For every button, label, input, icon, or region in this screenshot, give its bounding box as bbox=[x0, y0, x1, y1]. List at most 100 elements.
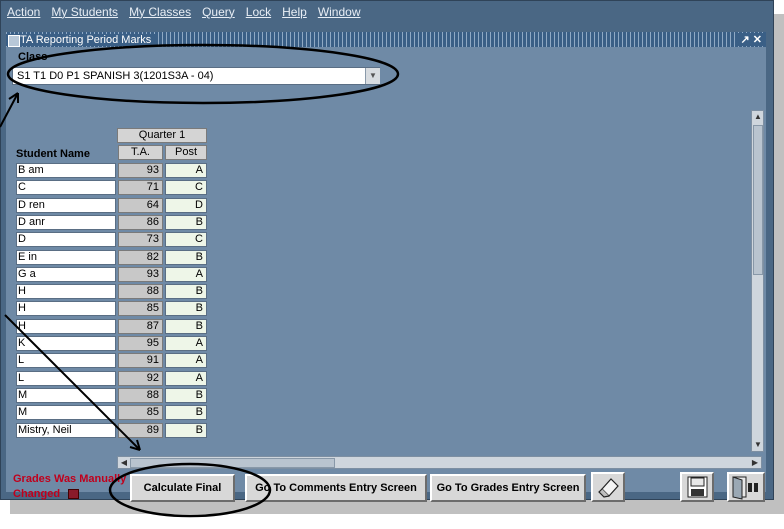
ta-grade-cell[interactable]: 93 bbox=[118, 163, 163, 178]
manual-change-line2-wrap: Changed bbox=[13, 487, 126, 502]
post-grade-cell[interactable]: B bbox=[165, 318, 207, 334]
menu-help[interactable]: Help bbox=[282, 5, 307, 19]
student-name-cell[interactable]: D ren bbox=[16, 197, 116, 213]
post-grade-cell[interactable]: A bbox=[165, 163, 207, 178]
ta-grade-cell[interactable]: 73 bbox=[118, 232, 163, 248]
student-name-cell[interactable]: K bbox=[16, 336, 116, 351]
menu-window[interactable]: Window bbox=[318, 5, 361, 19]
student-name-header: Student Name bbox=[16, 148, 90, 160]
calculate-final-button[interactable]: Calculate Final bbox=[130, 474, 235, 502]
student-name-cell[interactable]: D anr bbox=[16, 214, 116, 230]
floppy-disk-icon bbox=[687, 476, 708, 498]
student-name-text: B am bbox=[18, 164, 44, 176]
ta-grade-cell[interactable]: 82 bbox=[118, 249, 163, 265]
student-name-text: G a bbox=[18, 267, 36, 280]
ta-grade-cell[interactable]: 88 bbox=[118, 387, 163, 403]
student-name-cell[interactable]: E in bbox=[16, 249, 116, 265]
ta-grade-cell[interactable]: 93 bbox=[118, 266, 163, 282]
vertical-scrollbar[interactable]: ▲ ▼ bbox=[751, 110, 764, 452]
manual-change-checkbox[interactable] bbox=[68, 489, 80, 500]
post-grade-cell[interactable]: B bbox=[165, 214, 207, 230]
student-name-cell[interactable]: M bbox=[16, 387, 116, 403]
post-grade-cell[interactable]: C bbox=[165, 180, 207, 196]
eraser-icon bbox=[598, 478, 619, 498]
student-name-text: D ren bbox=[18, 198, 45, 211]
grades-entry-button[interactable]: Go To Grades Entry Screen bbox=[430, 474, 586, 502]
student-name-cell[interactable]: G a bbox=[16, 266, 116, 282]
post-grade-cell[interactable]: A bbox=[165, 336, 207, 351]
post-grade-cell[interactable]: B bbox=[165, 387, 207, 403]
student-name-text: M bbox=[18, 406, 28, 419]
menu-my-classes[interactable]: My Classes bbox=[129, 5, 191, 19]
student-name-text: E in bbox=[18, 250, 37, 263]
student-name-text: L bbox=[18, 371, 25, 384]
student-name-text: Mistry, Neil bbox=[18, 423, 72, 436]
class-label: Class bbox=[18, 51, 48, 63]
ta-grade-cell[interactable]: 95 bbox=[118, 336, 163, 351]
menu-action[interactable]: Action bbox=[7, 5, 40, 19]
post-grade-cell[interactable]: B bbox=[165, 249, 207, 265]
manual-change-indicator: Grades Was Manually Changed bbox=[13, 472, 126, 502]
menu-my-students[interactable]: My Students bbox=[51, 5, 118, 19]
ta-grade-cell[interactable]: 88 bbox=[118, 284, 163, 300]
manual-change-line2: Changed bbox=[13, 488, 61, 500]
ta-grade-cell[interactable]: 64 bbox=[118, 197, 163, 213]
post-grade-cell[interactable]: A bbox=[165, 353, 207, 369]
student-name-text: M bbox=[18, 388, 28, 401]
scroll-right-icon[interactable]: ▶ bbox=[749, 457, 761, 468]
post-grade-cell[interactable]: C bbox=[165, 232, 207, 248]
student-name-text: L bbox=[18, 354, 25, 367]
ta-grade-cell[interactable]: 92 bbox=[118, 370, 163, 386]
student-name-text: D bbox=[18, 233, 26, 246]
scroll-left-icon[interactable]: ◀ bbox=[118, 457, 130, 468]
post-grade-cell[interactable]: A bbox=[165, 266, 207, 282]
class-select[interactable]: S1 T1 D0 P1 SPANISH 3(1201S3A - 04) bbox=[12, 67, 380, 85]
student-name-cell[interactable]: Mistry, Neil bbox=[16, 422, 116, 438]
window-titlebar: TA Reporting Period Marks ↗ ✕ bbox=[6, 32, 766, 47]
menu-lock[interactable]: Lock bbox=[246, 5, 271, 19]
ta-grade-cell[interactable]: 71 bbox=[118, 180, 163, 196]
student-name-cell[interactable]: H bbox=[16, 301, 116, 317]
ta-grade-cell[interactable]: 85 bbox=[118, 405, 163, 421]
student-name-text: H bbox=[18, 285, 26, 298]
exit-button[interactable] bbox=[727, 472, 765, 502]
scroll-down-icon[interactable]: ▼ bbox=[753, 439, 763, 451]
window-controls[interactable]: ↗ ✕ bbox=[736, 33, 766, 46]
student-name-cell[interactable]: B am bbox=[16, 163, 116, 178]
post-grade-cell[interactable]: B bbox=[165, 301, 207, 317]
post-grade-cell[interactable]: B bbox=[165, 284, 207, 300]
ta-grade-cell[interactable]: 85 bbox=[118, 301, 163, 317]
comments-entry-button[interactable]: Go To Comments Entry Screen bbox=[245, 474, 427, 502]
post-grade-cell[interactable]: B bbox=[165, 422, 207, 438]
horizontal-scrollbar[interactable]: ◀ ▶ bbox=[117, 456, 762, 469]
door-exit-icon bbox=[732, 476, 758, 500]
student-name-cell[interactable]: L bbox=[16, 353, 116, 369]
hscroll-thumb[interactable] bbox=[130, 458, 335, 468]
window-title: TA Reporting Period Marks bbox=[20, 33, 152, 46]
manual-change-line1: Grades Was Manually bbox=[13, 473, 127, 485]
window-title-wrap: TA Reporting Period Marks bbox=[6, 33, 158, 47]
eraser-button[interactable] bbox=[591, 472, 625, 502]
post-grade-cell[interactable]: A bbox=[165, 370, 207, 386]
student-name-cell[interactable]: D bbox=[16, 232, 116, 248]
student-name-cell[interactable]: H bbox=[16, 284, 116, 300]
student-name-text: C bbox=[18, 181, 26, 194]
menu-query[interactable]: Query bbox=[202, 5, 235, 19]
student-name-cell[interactable]: L bbox=[16, 370, 116, 386]
post-grade-cell[interactable]: D bbox=[165, 197, 207, 213]
student-name-text: H bbox=[18, 302, 26, 315]
ta-grade-cell[interactable]: 91 bbox=[118, 353, 163, 369]
post-grade-cell[interactable]: B bbox=[165, 405, 207, 421]
ta-grade-cell[interactable]: 89 bbox=[118, 422, 163, 438]
scroll-up-icon[interactable]: ▲ bbox=[753, 111, 763, 123]
student-name-cell[interactable]: M bbox=[16, 405, 116, 421]
ta-grade-cell[interactable]: 87 bbox=[118, 318, 163, 334]
save-button[interactable] bbox=[680, 472, 714, 502]
scroll-thumb[interactable] bbox=[753, 125, 763, 275]
student-name-cell[interactable]: H bbox=[16, 318, 116, 334]
ta-grade-cell[interactable]: 86 bbox=[118, 214, 163, 230]
student-name-cell[interactable]: C bbox=[16, 180, 116, 196]
quarter-header: Quarter 1 bbox=[117, 128, 207, 143]
menu-bar: Action My Students My Classes Query Lock… bbox=[1, 1, 773, 23]
chevron-down-icon[interactable]: ▼ bbox=[365, 68, 380, 84]
